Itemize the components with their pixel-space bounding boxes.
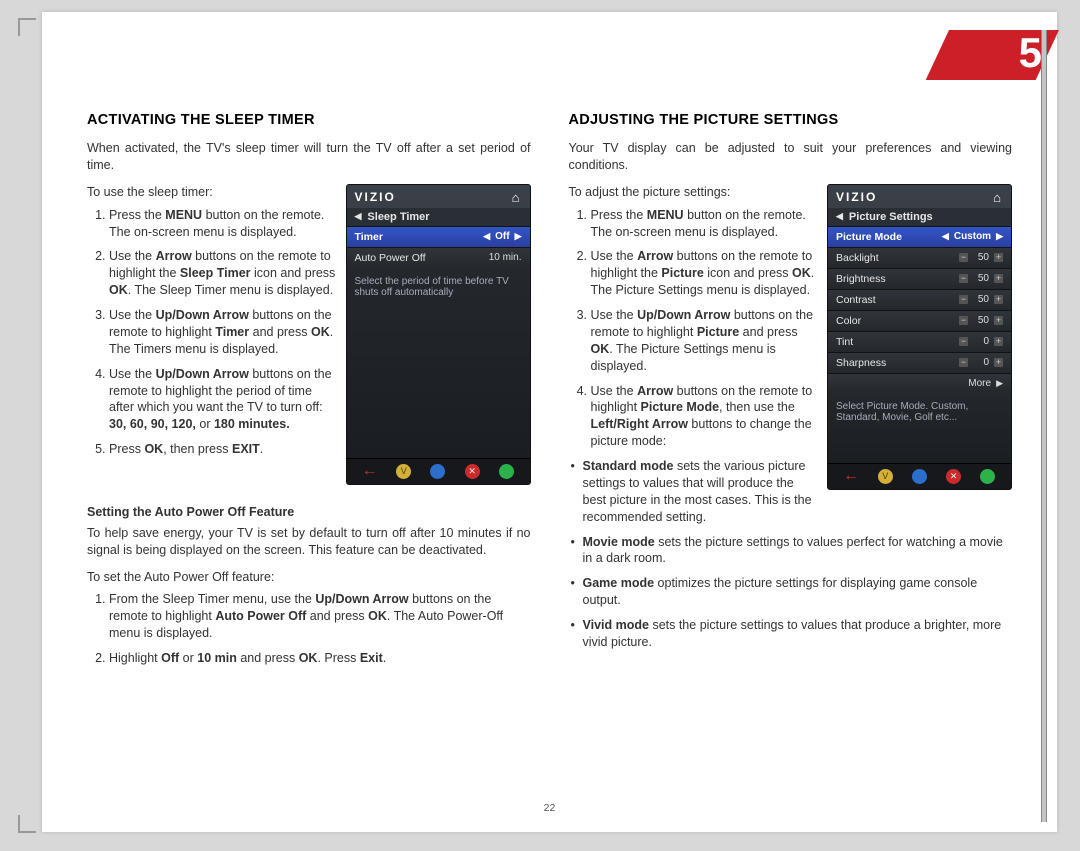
back-caret-icon: ◀ [836, 211, 843, 222]
tv-brand: VIZIO [355, 190, 396, 204]
back-icon: ← [362, 464, 377, 479]
step-text: From the Sleep Timer menu, use the Up/Do… [109, 591, 531, 642]
home-icon: ⌂ [993, 190, 1003, 205]
mode-text: Standard mode sets the various picture s… [583, 458, 813, 526]
tv-button-bar: ← V ✕ [347, 458, 530, 484]
tv-row-timer: Timer ◀ Off ▶ [347, 226, 530, 247]
tv-row-tint: Tint −0+ [828, 331, 1011, 352]
tv-row-backlight: Backlight −50+ [828, 247, 1011, 268]
step-text: Use the Arrow buttons on the remote to h… [109, 248, 349, 299]
step-text: Use the Up/Down Arrow buttons on the rem… [591, 307, 831, 375]
picture-modes-list: Standard mode sets the various picture s… [569, 458, 1013, 651]
tv-row-more: More ▶ [828, 373, 1011, 393]
step-text: Use the Arrow buttons on the remote to h… [591, 248, 831, 299]
left-column: ACTIVATING THE SLEEP TIMER When activate… [87, 112, 531, 675]
left-sub-intro: To help save energy, your TV is set by d… [87, 525, 531, 559]
left-heading: ACTIVATING THE SLEEP TIMER [87, 112, 531, 128]
mode-text: Game mode optimizes the picture settings… [583, 575, 1013, 609]
tv-menu: VIZIO ⌂ ◀ Picture Settings Picture Mode … [827, 184, 1012, 490]
tv-row-color: Color −50+ [828, 310, 1011, 331]
tv-row-contrast: Contrast −50+ [828, 289, 1011, 310]
crop-mark-bl [18, 815, 36, 833]
tv-row-brightness: Brightness −50+ [828, 268, 1011, 289]
picture-settings-screenshot: VIZIO ⌂ ◀ Picture Settings Picture Mode … [827, 184, 1012, 490]
gutter-mark [1041, 30, 1047, 822]
manual-page: 5 ACTIVATING THE SLEEP TIMER When activa… [42, 12, 1057, 832]
chapter-number: 5 [1019, 29, 1042, 77]
mode-text: Movie mode sets the picture settings to … [583, 534, 1013, 568]
right-intro: Your TV display can be adjusted to suit … [569, 140, 1013, 174]
left-sub-lead: To set the Auto Power Off feature: [87, 569, 531, 586]
tv-brand: VIZIO [836, 190, 877, 204]
tv-hint: Select the period of time before TV shut… [347, 268, 530, 458]
left-sub-heading: Setting the Auto Power Off Feature [87, 505, 531, 519]
sleep-timer-screenshot: VIZIO ⌂ ◀ Sleep Timer Timer ◀ Off ▶ Auto… [346, 184, 531, 485]
right-column: ADJUSTING THE PICTURE SETTINGS Your TV d… [569, 112, 1013, 675]
red-button-icon: ✕ [465, 464, 480, 479]
tv-crumb: Picture Settings [849, 211, 933, 223]
home-icon: ⌂ [512, 190, 522, 205]
tv-menu: VIZIO ⌂ ◀ Sleep Timer Timer ◀ Off ▶ Auto… [346, 184, 531, 485]
left-sub-steps: From the Sleep Timer menu, use the Up/Do… [87, 591, 531, 667]
yellow-button-icon: V [396, 464, 411, 479]
tv-row-sharpness: Sharpness −0+ [828, 352, 1011, 373]
step-text: Highlight Off or 10 min and press OK. Pr… [109, 650, 531, 667]
mode-text: Vivid mode sets the picture settings to … [583, 617, 1013, 651]
page-number: 22 [544, 802, 556, 814]
step-text: Use the Up/Down Arrow buttons on the rem… [109, 307, 349, 358]
tv-row-picture-mode: Picture Mode ◀ Custom ▶ [828, 226, 1011, 247]
step-text: Press the MENU button on the remote. The… [591, 207, 831, 241]
tv-hint: Select Picture Mode. Custom, Standard, M… [828, 393, 1011, 463]
tv-row-autopoweroff: Auto Power Off 10 min. [347, 247, 530, 268]
step-text: Press the MENU button on the remote. The… [109, 207, 349, 241]
step-text: Use the Arrow buttons on the remote to h… [591, 383, 831, 451]
back-caret-icon: ◀ [355, 211, 362, 222]
green-button-icon [499, 464, 514, 479]
left-intro: When activated, the TV's sleep timer wil… [87, 140, 531, 174]
step-text: Use the Up/Down Arrow buttons on the rem… [109, 366, 349, 434]
tv-crumb: Sleep Timer [367, 211, 429, 223]
crop-mark-tl [18, 18, 36, 36]
blue-button-icon [430, 464, 445, 479]
right-heading: ADJUSTING THE PICTURE SETTINGS [569, 112, 1013, 128]
